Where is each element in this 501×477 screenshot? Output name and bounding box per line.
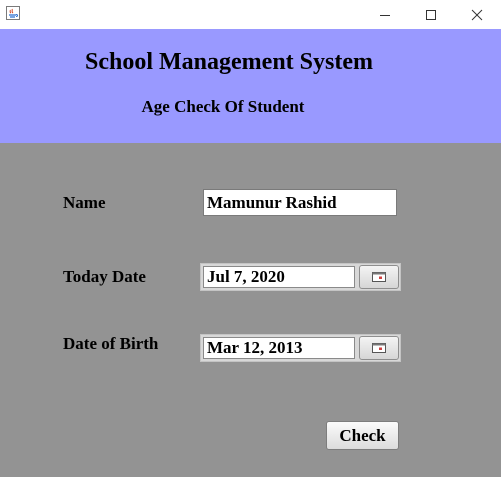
title-bar	[0, 0, 501, 29]
date-of-birth-picker: Mar 12, 2013	[200, 334, 401, 362]
page-subtitle: Age Check Of Student	[141, 97, 305, 116]
header-panel: School Management System Age Check Of St…	[0, 29, 501, 143]
calendar-icon	[372, 343, 386, 353]
today-date-picker: Jul 7, 2020	[200, 263, 401, 291]
maximize-icon	[426, 9, 436, 20]
name-label: Name	[63, 193, 106, 212]
today-calendar-button[interactable]	[359, 265, 399, 289]
date-of-birth-label: Date of Birth	[63, 334, 159, 353]
close-button[interactable]	[454, 0, 500, 29]
form-panel: Name Mamunur Rashid Today Date Jul 7, 20…	[0, 143, 501, 477]
minimize-icon	[380, 14, 390, 16]
maximize-button[interactable]	[408, 0, 454, 29]
name-field[interactable]: Mamunur Rashid	[203, 189, 397, 216]
app-window: School Management System Age Check Of St…	[0, 0, 501, 477]
page-title: School Management System	[85, 49, 373, 75]
close-icon	[471, 9, 483, 20]
today-date-label: Today Date	[63, 267, 146, 286]
today-date-field[interactable]: Jul 7, 2020	[203, 266, 355, 288]
minimize-button[interactable]	[362, 0, 408, 29]
check-button[interactable]: Check	[326, 421, 399, 450]
calendar-icon	[372, 272, 386, 282]
dob-calendar-button[interactable]	[359, 336, 399, 360]
java-icon	[6, 6, 20, 20]
date-of-birth-field[interactable]: Mar 12, 2013	[203, 337, 355, 359]
